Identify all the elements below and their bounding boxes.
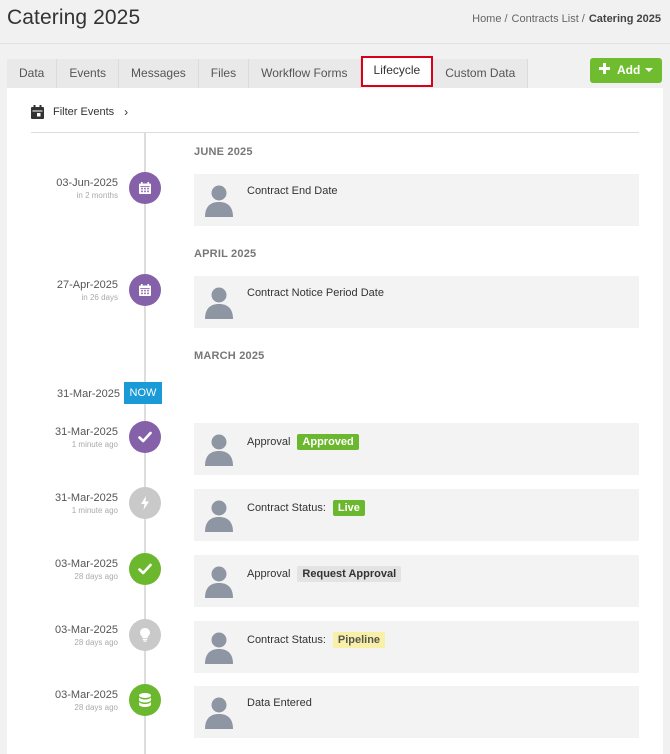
- calendar-icon: [139, 284, 151, 296]
- event-text: Approval Request Approval: [247, 566, 402, 582]
- event-card[interactable]: Contract End Date: [194, 174, 639, 226]
- month-heading: JUNE 2025: [194, 146, 253, 158]
- filter-events-toggle[interactable]: Filter Events ›: [31, 104, 128, 120]
- event-text: Contract Notice Period Date: [247, 287, 384, 299]
- event-relative-time: in 2 months: [76, 191, 118, 200]
- chevron-right-icon: ›: [124, 105, 129, 119]
- event-card[interactable]: Approval Approved: [194, 423, 639, 475]
- page-header: Catering 2025 Home / Contracts List / Cateri…: [0, 0, 670, 44]
- now-date: 31-Mar-2025: [57, 388, 120, 400]
- event-card[interactable]: Contract Status: Live: [194, 489, 639, 541]
- event-card[interactable]: Data Entered: [194, 686, 639, 738]
- user-avatar-icon: [205, 287, 233, 319]
- tab-bar: Data Events Messages Files Workflow Form…: [7, 56, 529, 88]
- event-text: Contract Status: Pipeline: [247, 632, 386, 648]
- status-badge: Live: [332, 500, 365, 516]
- event-relative-time: 28 days ago: [74, 572, 118, 581]
- tab-custom-data[interactable]: Custom Data: [433, 59, 529, 88]
- event-text: Approval Approved: [247, 434, 359, 450]
- status-badge: Approved: [297, 434, 359, 450]
- now-badge: NOW: [124, 382, 162, 404]
- user-avatar-icon: [205, 185, 233, 217]
- user-avatar-icon: [205, 500, 233, 532]
- filter-divider: [31, 132, 639, 133]
- event-date: 03-Mar-2025 28 days ago: [55, 689, 118, 712]
- event-date-text: 03-Jun-2025: [56, 177, 118, 189]
- breadcrumb-separator: /: [504, 13, 508, 25]
- user-avatar-icon: [205, 697, 233, 729]
- add-button[interactable]: Add: [590, 58, 662, 83]
- tab-events[interactable]: Events: [57, 59, 120, 88]
- event-node: [129, 684, 161, 716]
- add-button-label: Add: [617, 63, 641, 77]
- event-node: [129, 487, 161, 519]
- event-relative-time: 28 days ago: [74, 638, 118, 647]
- status-badge: Pipeline: [332, 632, 386, 648]
- tab-messages[interactable]: Messages: [119, 59, 199, 88]
- event-date-text: 31-Mar-2025: [55, 492, 118, 504]
- event-date-text: 03-Mar-2025: [55, 558, 118, 570]
- calendar-icon: [139, 182, 151, 194]
- user-avatar-icon: [205, 434, 233, 466]
- tab-data[interactable]: Data: [7, 59, 58, 88]
- event-title: Contract Notice Period Date: [247, 287, 384, 299]
- event-node: [129, 274, 161, 306]
- user-avatar-icon: [205, 632, 233, 664]
- event-date: 31-Mar-2025 1 minute ago: [55, 426, 118, 449]
- event-date-text: 03-Mar-2025: [55, 624, 118, 636]
- tab-lifecycle[interactable]: Lifecycle: [360, 56, 434, 87]
- lightbulb-icon: [140, 628, 150, 642]
- event-relative-time: 1 minute ago: [71, 506, 118, 515]
- check-icon: [138, 431, 152, 443]
- tab-workflow-forms[interactable]: Workflow Forms: [249, 59, 361, 88]
- event-text: Data Entered: [247, 697, 312, 709]
- event-title: Contract Status:: [247, 502, 326, 514]
- breadcrumb-current: Catering 2025: [588, 13, 661, 25]
- event-title: Approval: [247, 568, 291, 580]
- event-node: [129, 172, 161, 204]
- event-node: [129, 421, 161, 453]
- event-card[interactable]: Contract Notice Period Date: [194, 276, 639, 328]
- event-text: Contract End Date: [247, 185, 338, 197]
- tab-files[interactable]: Files: [198, 59, 250, 88]
- event-date: 03-Mar-2025 28 days ago: [55, 558, 118, 581]
- month-heading: MARCH 2025: [194, 350, 265, 362]
- event-date-text: 31-Mar-2025: [55, 426, 118, 438]
- event-date-text: 27-Apr-2025: [56, 279, 118, 291]
- event-title: Approval: [247, 436, 291, 448]
- event-card[interactable]: Contract Status: Pipeline: [194, 621, 639, 673]
- event-title: Contract Status:: [247, 634, 326, 646]
- user-avatar-icon: [205, 566, 233, 598]
- breadcrumb-separator: /: [581, 13, 585, 25]
- event-date: 27-Apr-2025 in 26 days: [57, 279, 118, 302]
- page-title: Catering 2025: [7, 6, 141, 29]
- event-node: [129, 553, 161, 585]
- caret-down-icon: [645, 68, 653, 72]
- event-date-text: 03-Mar-2025: [55, 689, 118, 701]
- event-relative-time: in 26 days: [81, 293, 118, 302]
- breadcrumb-contracts-list[interactable]: Contracts List: [512, 13, 579, 25]
- event-card[interactable]: Approval Request Approval: [194, 555, 639, 607]
- breadcrumb: Home / Contracts List / Catering 2025: [472, 13, 661, 25]
- event-date: 31-Mar-2025 1 minute ago: [55, 492, 118, 515]
- status-badge: Request Approval: [297, 566, 402, 582]
- check-icon: [138, 563, 152, 575]
- calendar-icon: [31, 105, 44, 119]
- plus-icon: [599, 63, 610, 74]
- database-icon: [139, 693, 151, 707]
- filter-events-label: Filter Events: [53, 106, 115, 118]
- bolt-icon: [141, 496, 149, 510]
- event-date: 03-Jun-2025 in 2 months: [56, 177, 118, 200]
- event-title: Contract End Date: [247, 185, 338, 197]
- header-divider: [0, 43, 670, 44]
- event-relative-time: 1 minute ago: [71, 440, 118, 449]
- event-relative-time: 28 days ago: [74, 703, 118, 712]
- lifecycle-panel: Filter Events › JUNE 2025 APRIL 2025 MAR…: [7, 88, 663, 754]
- event-date: 03-Mar-2025 28 days ago: [55, 624, 118, 647]
- event-text: Contract Status: Live: [247, 500, 365, 516]
- month-heading: APRIL 2025: [194, 248, 257, 260]
- breadcrumb-home[interactable]: Home: [472, 13, 501, 25]
- event-node: [129, 619, 161, 651]
- event-title: Data Entered: [247, 697, 312, 709]
